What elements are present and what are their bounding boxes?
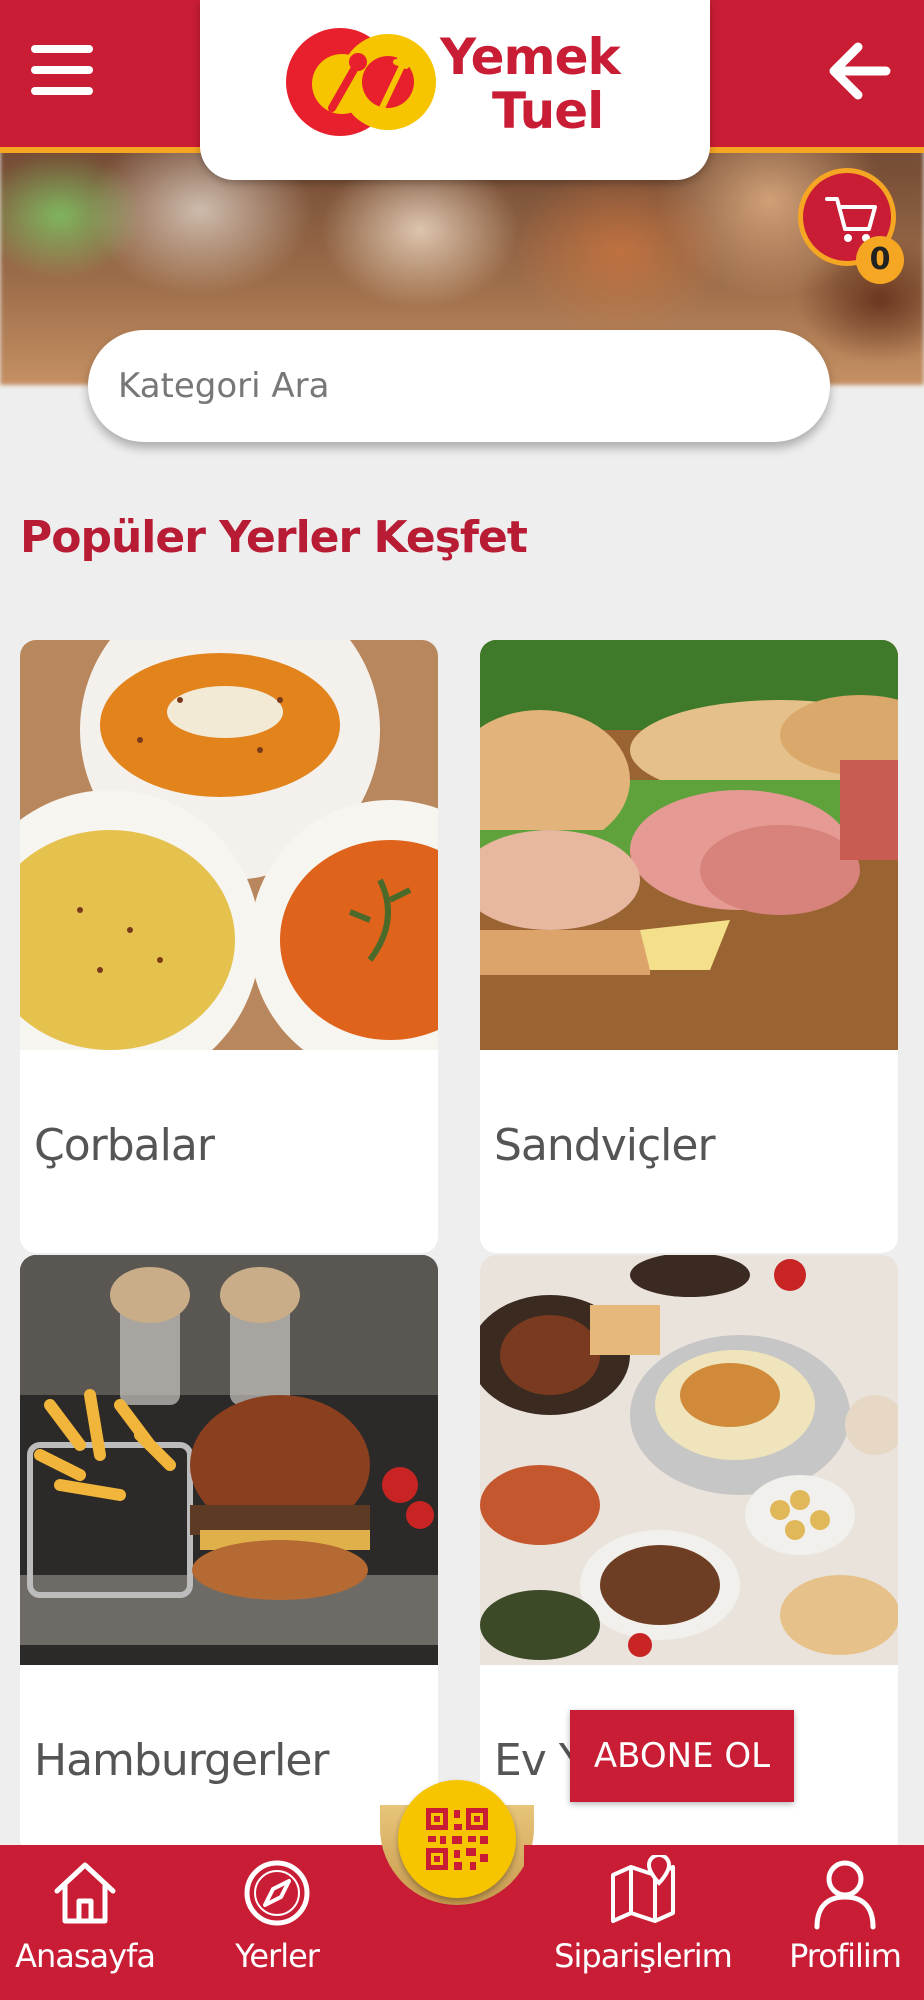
qr-scan-button[interactable] bbox=[398, 1780, 516, 1898]
menu-button[interactable] bbox=[22, 30, 102, 110]
cart-count-badge: 0 bbox=[856, 236, 904, 284]
home-icon bbox=[54, 1862, 116, 1924]
sandwiches-image bbox=[480, 640, 898, 1050]
category-card-sandvicler[interactable]: Sandviçler bbox=[480, 640, 898, 1253]
nav-item-label: Yerler bbox=[235, 1937, 320, 1975]
logo-text: Yemek Tuel bbox=[440, 30, 660, 138]
category-label: Çorbalar bbox=[34, 1120, 215, 1171]
map-pin-icon bbox=[611, 1855, 675, 1923]
logo-text-line1: Yemek bbox=[440, 28, 621, 86]
nav-item-orders[interactable]: Siparişlerim bbox=[548, 1855, 738, 1995]
nav-item-label: Anasayfa bbox=[15, 1937, 156, 1975]
category-label: Sandviçler bbox=[494, 1120, 716, 1171]
compass-icon bbox=[244, 1860, 310, 1926]
burger-and-fries-image bbox=[20, 1255, 438, 1665]
hamburger-menu-icon bbox=[31, 45, 93, 53]
home-cooked-spread-image bbox=[480, 1255, 898, 1665]
category-label: Hamburgerler bbox=[34, 1735, 330, 1786]
nav-item-home[interactable]: Anasayfa bbox=[10, 1855, 160, 1995]
category-card-corbalar[interactable]: Çorbalar bbox=[20, 640, 438, 1253]
logo-mark-icon bbox=[286, 28, 436, 136]
soup-bowls-image bbox=[20, 640, 438, 1050]
search-input[interactable] bbox=[118, 330, 798, 442]
search-bar bbox=[88, 330, 830, 442]
nav-item-label: Siparişlerim bbox=[554, 1937, 733, 1975]
nav-item-profile[interactable]: Profilim bbox=[770, 1855, 920, 1995]
category-card-hamburgerler[interactable]: Hamburgerler bbox=[20, 1255, 438, 1855]
qr-code-icon bbox=[426, 1808, 488, 1870]
logo[interactable]: Yemek Tuel bbox=[200, 0, 710, 180]
user-icon bbox=[814, 1860, 876, 1930]
subscribe-button[interactable]: ABONE OL bbox=[570, 1710, 794, 1802]
nav-item-label: Profilim bbox=[789, 1937, 902, 1975]
section-title: Popüler Yerler Keşfet bbox=[20, 512, 528, 563]
arrow-left-icon[interactable] bbox=[816, 28, 902, 114]
logo-text-line2: Tuel bbox=[492, 82, 604, 140]
nav-item-places[interactable]: Yerler bbox=[222, 1855, 332, 1995]
